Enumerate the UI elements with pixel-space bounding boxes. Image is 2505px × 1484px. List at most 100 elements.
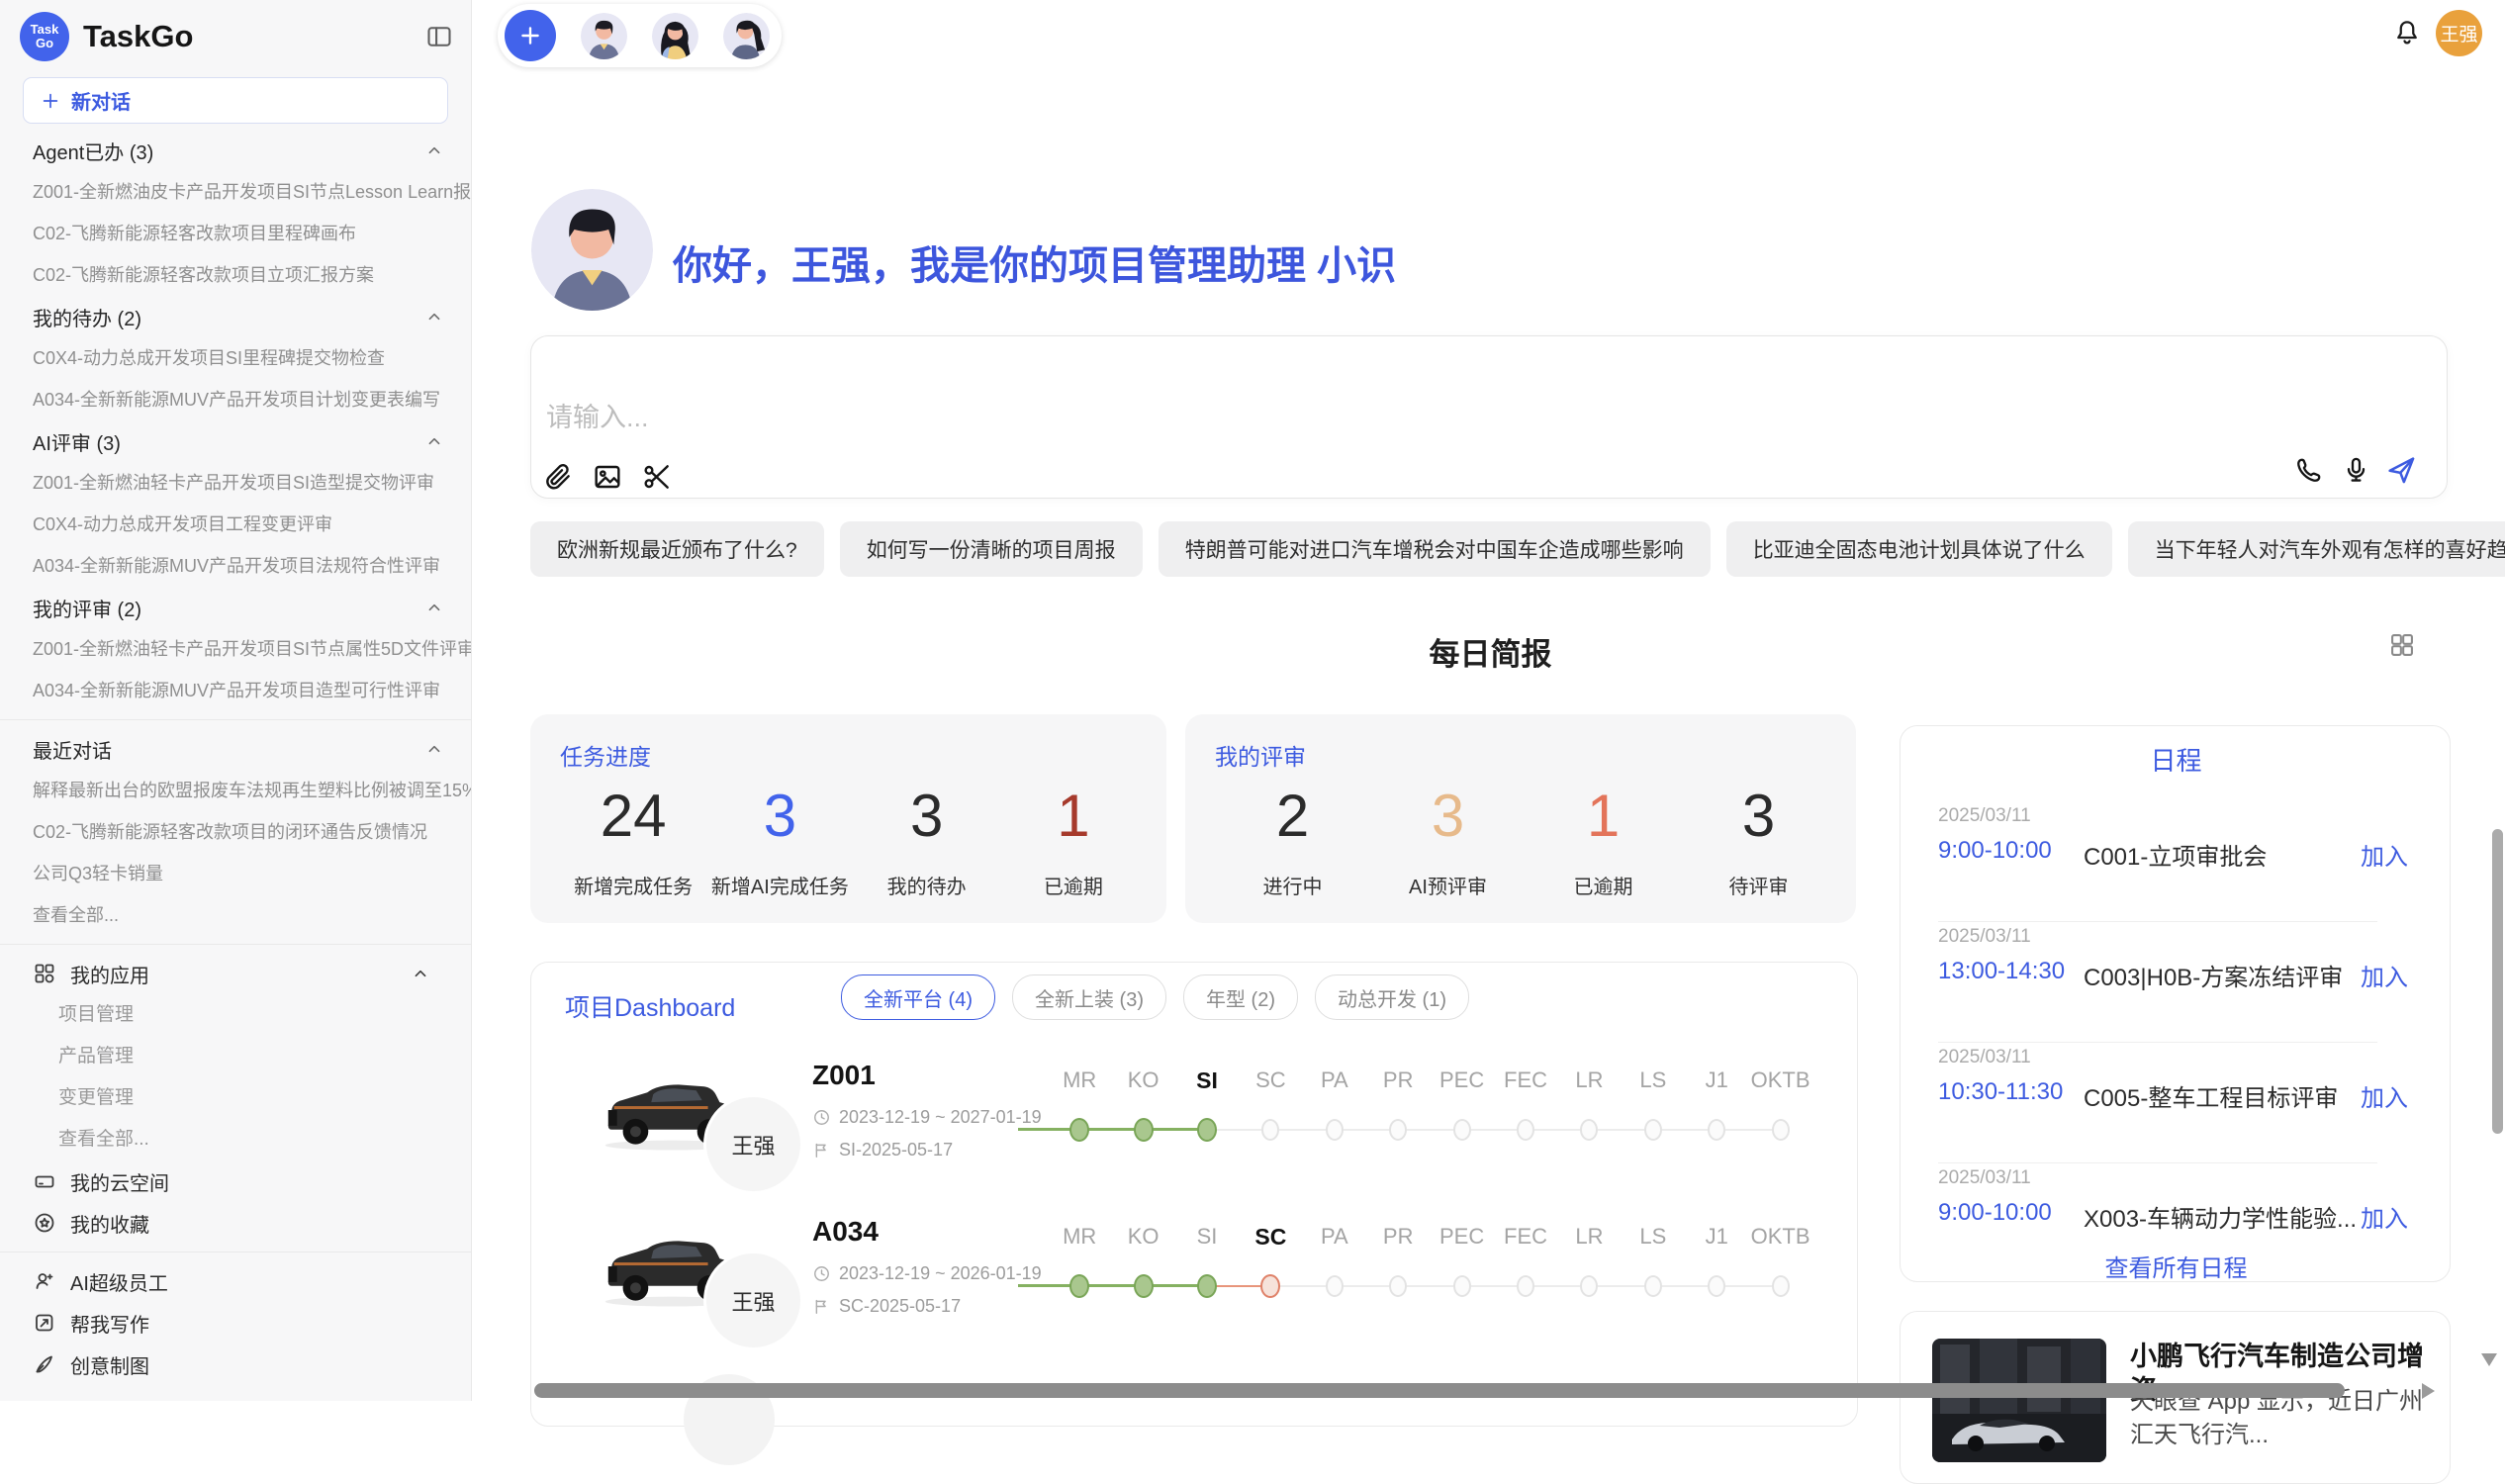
milestone-dot[interactable] [1517,1119,1534,1141]
suggestion-chip[interactable]: 如何写一份清晰的项目周报 [840,521,1143,577]
sidebar-item[interactable]: Z001-全新燃油轻卡产品开发项目SI节点属性5D文件评审 [0,628,471,670]
join-button[interactable]: 加入 [2361,837,2408,872]
recent-chat-item[interactable]: 公司Q3轻卡销量 [0,853,471,894]
suggestion-chip[interactable]: 比亚迪全固态电池计划具体说了什么 [1726,521,2112,577]
logo-text-top: Task [31,23,59,37]
section-header[interactable]: Agent已办 (3) [0,130,471,171]
vertical-scrollbar[interactable] [2492,829,2503,1134]
project-row[interactable]: 王强 Z001 2023-12-19 ~ 2027-01-19 SI-2025-… [531,1048,1857,1204]
section-header[interactable]: 最近对话 [0,728,471,770]
layout-grid-icon[interactable] [2388,631,2416,659]
horizontal-scrollbar[interactable] [534,1383,2345,1398]
milestone-dot[interactable] [1644,1119,1662,1141]
section-title: Agent已办 (3) [33,137,423,165]
tab-powertrain[interactable]: 动总开发 (1) [1315,974,1469,1020]
sidebar-item-ai-super-staff[interactable]: AI超级员工 [0,1260,471,1302]
app-item-change-mgmt[interactable]: 变更管理 [0,1077,471,1119]
section-header[interactable]: 我的待办 (2) [0,296,471,337]
add-member-button[interactable] [505,10,556,61]
sidebar-item-help-write[interactable]: 帮我写作 [0,1302,471,1344]
section-title: AI评审 (3) [33,427,423,456]
sidebar-item-cloud-space[interactable]: 我的云空间 [0,1160,471,1202]
milestone-dot[interactable] [1389,1275,1407,1297]
milestone-dot[interactable] [1069,1274,1089,1298]
notification-bell-icon[interactable] [2392,18,2422,47]
collapse-sidebar-icon[interactable] [425,23,453,50]
milestone-dot[interactable] [1069,1118,1089,1142]
tab-all-new-platform[interactable]: 全新平台 (4) [841,974,995,1020]
milestone-dot[interactable] [1708,1119,1725,1141]
sidebar-item-my-apps[interactable]: 我的应用 [0,953,471,994]
milestone-dot[interactable] [1580,1275,1598,1297]
milestone-dot[interactable] [1197,1118,1217,1142]
attachment-icon[interactable] [542,461,574,493]
chevron-up-icon [423,738,445,760]
sidebar-item[interactable]: A034-全新新能源MUV产品开发项目法规符合性评审 [0,545,471,587]
milestone-dot[interactable] [1326,1119,1344,1141]
app-item-product-mgmt[interactable]: 产品管理 [0,1036,471,1077]
sidebar-item[interactable]: Z001-全新燃油轻卡产品开发项目SI造型提交物评审 [0,462,471,504]
scroll-right-arrow[interactable] [2422,1383,2435,1399]
recent-view-all[interactable]: 查看全部... [0,894,471,936]
milestone-dot[interactable] [1326,1275,1344,1297]
tool-label: 创意制图 [70,1350,149,1379]
app-item-project-mgmt[interactable]: 项目管理 [0,994,471,1036]
view-all-schedule[interactable]: 查看所有日程 [1901,1249,2452,1283]
suggestion-chip[interactable]: 欧洲新规最近颁布了什么? [530,521,824,577]
sidebar-item[interactable]: A034-全新新能源MUV产品开发项目计划变更表编写 [0,379,471,420]
sidebar-item[interactable]: C02-飞腾新能源轻客改款项目里程碑画布 [0,213,471,254]
recent-chat-item[interactable]: C02-飞腾新能源轻客改款项目的闭环通告反馈情况 [0,811,471,853]
microphone-icon[interactable] [2341,455,2371,486]
new-chat-button[interactable]: 新对话 [23,77,448,124]
milestone-dot[interactable] [1197,1274,1217,1298]
milestone-dot[interactable] [1708,1275,1725,1297]
recent-chat-item[interactable]: 解释最新出台的欧盟报废车法规再生塑料比例被调至15%... [0,770,471,811]
milestone-dot[interactable] [1261,1119,1279,1141]
avatar[interactable] [723,13,770,59]
milestone-dot[interactable] [1580,1119,1598,1141]
sidebar-header: Task Go TaskGo [0,0,471,67]
avatar[interactable] [652,13,698,59]
sidebar-item[interactable]: C0X4-动力总成开发项目SI里程碑提交物检查 [0,337,471,379]
milestone-dot[interactable] [1644,1275,1662,1297]
sidebar-item[interactable]: Z001-全新燃油皮卡产品开发项目SI节点Lesson Learn报告 [0,171,471,213]
milestone-dot[interactable] [1772,1119,1790,1141]
suggestion-chip[interactable]: 当下年轻人对汽车外观有怎样的喜好趋势 [2128,521,2505,577]
chat-input-box[interactable] [530,335,2448,499]
voice-call-icon[interactable] [2293,455,2324,486]
stat: 3 AI预评审 [1370,784,1526,899]
section-header[interactable]: 我的评审 (2) [0,587,471,628]
sidebar-item[interactable]: C02-飞腾新能源轻客改款项目立项汇报方案 [0,254,471,296]
suggestion-chip[interactable]: 特朗普可能对进口汽车增税会对中国车企造成哪些影响 [1159,521,1711,577]
image-icon[interactable] [592,461,623,493]
sidebar-item[interactable]: A034-全新新能源MUV产品开发项目造型可行性评审 [0,670,471,711]
sidebar-item-creative-draw[interactable]: 创意制图 [0,1344,471,1385]
owner-badge: 王强 [706,1253,800,1347]
join-button[interactable]: 加入 [2361,958,2408,992]
my-review-card: 我的评审 2 进行中 3 AI预评审 1 已逾期 3 待评审 [1185,714,1856,923]
milestone-dot[interactable] [1453,1275,1471,1297]
sidebar-item-favorites[interactable]: 我的收藏 [0,1202,471,1244]
milestone-dot[interactable] [1134,1274,1154,1298]
milestone-dot[interactable] [1453,1119,1471,1141]
milestone-dot[interactable] [1260,1274,1280,1298]
pen-icon [33,1352,56,1376]
milestone-dot[interactable] [1517,1275,1534,1297]
tab-new-body[interactable]: 全新上装 (3) [1012,974,1166,1020]
scroll-down-arrow[interactable] [2481,1353,2497,1366]
avatar[interactable] [581,13,627,59]
send-icon[interactable] [2384,453,2418,487]
user-avatar[interactable]: 王强 [2436,10,2482,56]
section-header[interactable]: AI评审 (3) [0,420,471,462]
project-row[interactable]: 王强 A034 2023-12-19 ~ 2026-01-19 SC-2025-… [531,1204,1857,1360]
join-button[interactable]: 加入 [2361,1078,2408,1113]
project-dashboard-card: 项目Dashboard 全新平台 (4) 全新上装 (3) 年型 (2) 动总开… [530,962,1858,1427]
sidebar-item[interactable]: C0X4-动力总成开发项目工程变更评审 [0,504,471,545]
join-button[interactable]: 加入 [2361,1199,2408,1234]
milestone-dot[interactable] [1772,1275,1790,1297]
tab-model-year[interactable]: 年型 (2) [1183,974,1298,1020]
screenshot-scissors-icon[interactable] [641,461,673,493]
milestone-dot[interactable] [1134,1118,1154,1142]
apps-view-all[interactable]: 查看全部... [0,1119,471,1160]
milestone-dot[interactable] [1389,1119,1407,1141]
